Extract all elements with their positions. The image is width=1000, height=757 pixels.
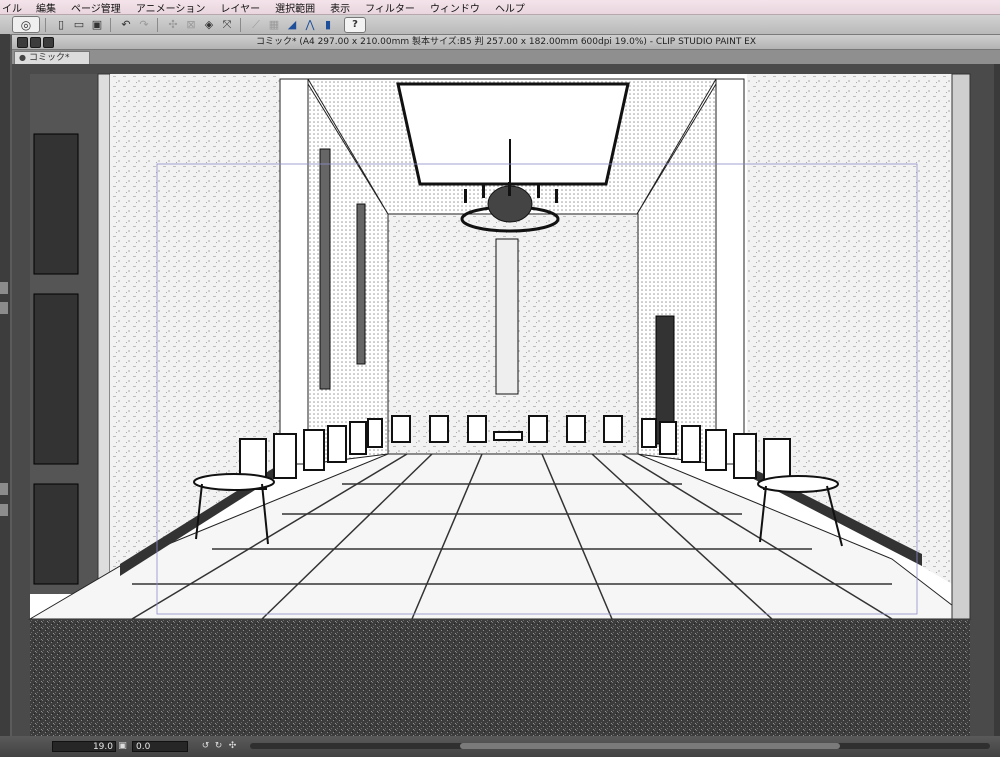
- left-palette-edge: [0, 34, 10, 757]
- menu-page-management[interactable]: ページ管理: [71, 0, 121, 15]
- rotate-right-icon[interactable]: ↻: [213, 741, 224, 752]
- transform-icon[interactable]: ✣: [165, 18, 181, 32]
- document-tab-bar: ● コミック*: [12, 50, 1000, 65]
- tab-label: コミック*: [28, 53, 70, 63]
- open-file-icon[interactable]: ▭: [71, 18, 87, 32]
- save-icon[interactable]: ▣: [89, 18, 105, 32]
- toolbar-divider: [240, 17, 241, 32]
- menu-animation[interactable]: アニメーション: [136, 0, 206, 15]
- status-bar: 19.0 ▣ 0.0 ↺ ↻ ✣: [0, 736, 1000, 757]
- horizontal-scrollbar[interactable]: [250, 743, 990, 749]
- palette-handle[interactable]: [0, 282, 8, 294]
- menu-edit[interactable]: 編集: [36, 0, 56, 15]
- menu-view[interactable]: 表示: [330, 0, 350, 15]
- canvas-area[interactable]: [12, 64, 995, 736]
- snap-special-ruler-icon[interactable]: ◢: [284, 18, 300, 32]
- new-file-icon[interactable]: ▯: [53, 18, 69, 32]
- palette-handle[interactable]: [0, 504, 8, 516]
- snap-vanishing-point-icon[interactable]: ⋀: [302, 18, 318, 32]
- menu-help[interactable]: ヘルプ: [495, 0, 525, 15]
- menu-file[interactable]: イル: [2, 0, 22, 15]
- menu-selection[interactable]: 選択範囲: [275, 0, 315, 15]
- vertical-scrollbar[interactable]: [994, 64, 1000, 736]
- clear-icon[interactable]: ⊠: [183, 18, 199, 32]
- fill-icon[interactable]: ◈: [201, 18, 217, 32]
- scale-icon[interactable]: ⤧: [219, 18, 235, 32]
- snap-grid-icon[interactable]: ▦: [266, 18, 282, 32]
- rotation-angle[interactable]: 0.0: [132, 741, 188, 752]
- toolbar-divider: [45, 17, 46, 32]
- menu-bar: イル 編集 ページ管理 アニメーション レイヤー 選択範囲 表示 フィルター ウ…: [0, 0, 1000, 15]
- snap-perspective-icon[interactable]: ▮: [320, 18, 336, 32]
- document-title-bar: コミック* (A4 297.00 x 210.00mm 製本サイズ:B5 判 2…: [12, 35, 1000, 50]
- menu-filter[interactable]: フィルター: [365, 0, 415, 15]
- scrollbar-thumb[interactable]: [460, 743, 840, 749]
- reset-rotation-icon[interactable]: ✣: [227, 741, 238, 752]
- menu-layer[interactable]: レイヤー: [220, 0, 260, 15]
- manga-canvas-artwork: [28, 73, 972, 736]
- zoom-level[interactable]: 19.0: [52, 741, 116, 752]
- zoom-stepper-icon[interactable]: ▣: [117, 741, 128, 752]
- window-title: コミック* (A4 297.00 x 210.00mm 製本サイズ:B5 判 2…: [255, 37, 757, 47]
- document-tab[interactable]: ● コミック*: [14, 51, 90, 64]
- palette-handle[interactable]: [0, 483, 8, 495]
- menu-window[interactable]: ウィンドウ: [430, 0, 480, 15]
- command-bar: ◎ ▯ ▭ ▣ ↶ ↷ ✣ ⊠ ◈ ⤧ ⟋ ▦ ◢ ⋀ ▮ ?: [0, 15, 1000, 35]
- toolbar-divider: [110, 17, 111, 32]
- close-icon[interactable]: ●: [19, 53, 26, 62]
- toolbar-divider: [157, 17, 158, 32]
- snap-ruler-icon[interactable]: ⟋: [248, 18, 264, 32]
- clip-studio-logo-icon[interactable]: ◎: [12, 16, 40, 33]
- palette-handle[interactable]: [0, 302, 8, 314]
- redo-icon[interactable]: ↷: [136, 18, 152, 32]
- help-icon[interactable]: ?: [344, 16, 366, 33]
- undo-icon[interactable]: ↶: [118, 18, 134, 32]
- rotate-left-icon[interactable]: ↺: [200, 741, 211, 752]
